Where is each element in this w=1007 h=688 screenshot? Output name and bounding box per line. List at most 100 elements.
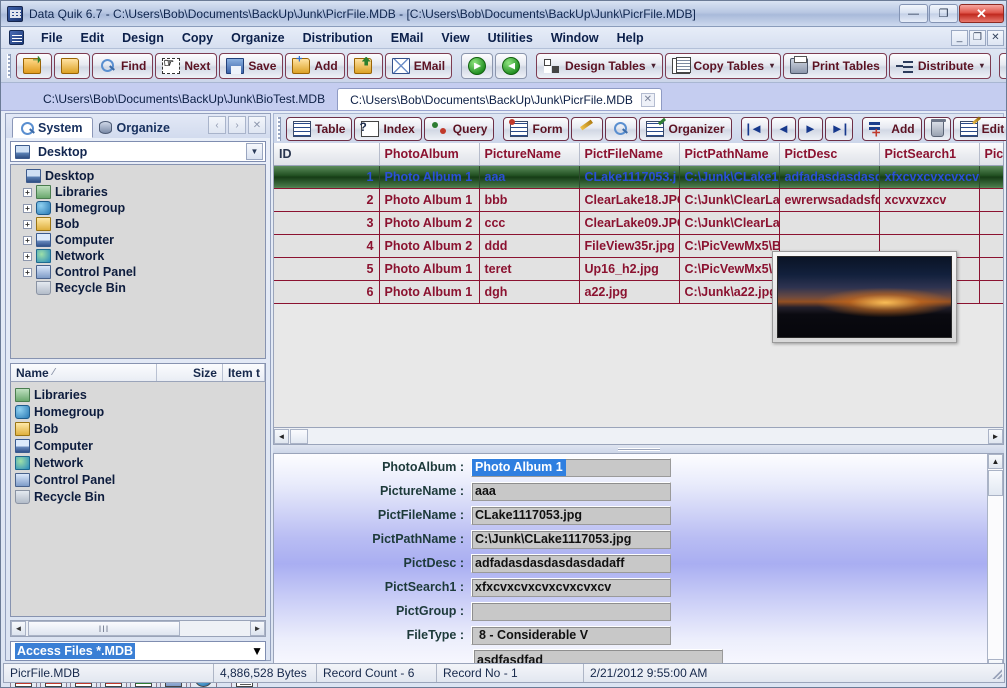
grid-column-picturename[interactable]: PictureName <box>479 143 580 166</box>
form-scroll-track[interactable] <box>988 496 1003 659</box>
cell-pictpathname[interactable]: C:\PicVewMx5\B <box>679 257 780 281</box>
mdi-app-icon[interactable] <box>9 30 24 45</box>
form-view-button[interactable]: Form <box>503 116 570 141</box>
scroll-right-icon[interactable]: ► <box>250 621 265 636</box>
menu-item-file[interactable]: File <box>32 29 72 47</box>
cell-id[interactable]: 4 <box>274 234 380 258</box>
form-input-filetype[interactable]: 8 - Considerable V <box>471 625 671 645</box>
form-input-picturename[interactable]: aaa <box>471 481 671 501</box>
list-item[interactable]: Control Panel <box>15 471 265 488</box>
grid-horizontal-scrollbar[interactable]: ◄ ► <box>273 428 1004 445</box>
tree-item-control-panel[interactable]: + Control Panel <box>13 264 265 280</box>
cell-picturename[interactable]: aaa <box>479 165 580 189</box>
form-input-pictdesc[interactable]: adfadasdasdasdasdadaff <box>471 553 671 573</box>
file-list[interactable]: Libraries Homegroup Bob Computer Network… <box>10 382 266 617</box>
cell-picturename[interactable]: dgh <box>479 280 580 304</box>
mdi-tab-picrfile[interactable]: C:\Users\Bob\Documents\BackUp\Junk\PicrF… <box>337 88 662 110</box>
close-button[interactable]: ✕ <box>959 4 1004 23</box>
add-button[interactable]: Add <box>285 52 345 79</box>
file-list-horizontal-scrollbar[interactable]: ◄ III ► <box>10 620 266 637</box>
cell-pict[interactable] <box>979 165 1003 189</box>
back-button[interactable] <box>461 52 494 79</box>
cell-photoalbum[interactable]: Photo Album 1 <box>379 165 480 189</box>
index-button[interactable]: Index <box>354 116 422 141</box>
cell-pictfilename[interactable]: FileView35r.jpg <box>579 234 680 258</box>
form-input-pictsearch1[interactable]: xfxcvxcvxcvxcvxcvxcv <box>471 577 671 597</box>
cell-pictdesc[interactable]: adfadasdasdasd <box>779 165 880 189</box>
form-scroll-up-icon[interactable]: ▲ <box>988 454 1003 469</box>
cell-picturename[interactable]: bbb <box>479 188 580 212</box>
cell-id[interactable]: 5 <box>274 257 380 281</box>
edit-record-button[interactable]: Edit <box>952 116 1006 141</box>
cell-pictpathname[interactable]: C:\Junk\CLake1 <box>679 165 780 189</box>
maximize-button[interactable]: ❐ <box>929 4 958 23</box>
location-combo[interactable]: Desktop ▼ <box>10 141 266 162</box>
expand-icon[interactable]: + <box>23 203 32 213</box>
grid-column-pict[interactable]: Pict <box>979 143 1003 166</box>
scroll-thumb[interactable]: III <box>28 621 180 636</box>
cell-photoalbum[interactable]: Photo Album 1 <box>379 257 480 281</box>
expand-icon[interactable]: + <box>23 251 32 261</box>
mdi-tab-biotest[interactable]: C:\Users\Bob\Documents\BackUp\Junk\BioTe… <box>31 88 337 110</box>
form-input-pictfilename[interactable]: CLake1117053.jpg <box>471 505 671 525</box>
cell-pict[interactable] <box>979 188 1003 212</box>
cell-picturename[interactable]: teret <box>479 257 580 281</box>
toolbar-grip[interactable] <box>7 53 11 78</box>
next-button[interactable]: Next <box>155 52 218 79</box>
list-item[interactable]: Computer <box>15 437 265 454</box>
menu-item-utilities[interactable]: Utilities <box>479 29 542 47</box>
open-folder-button[interactable] <box>16 52 52 79</box>
grid-column-pictfilename[interactable]: PictFileName <box>579 143 680 166</box>
cell-picturename[interactable]: ddd <box>479 234 580 258</box>
form-input-pictpathname[interactable]: C:\Junk\CLake1117053.jpg <box>471 529 671 549</box>
tree-item-computer[interactable]: + Computer <box>13 232 265 248</box>
grid-scroll-thumb[interactable] <box>290 428 308 444</box>
help-button[interactable]: ? <box>998 52 1006 79</box>
search-records-button[interactable] <box>605 116 638 141</box>
cell-pictpathname[interactable]: C:\Junk\ClearLa <box>679 211 780 235</box>
mdi-restore-button[interactable]: ❐ <box>969 29 986 46</box>
form-vertical-scrollbar[interactable]: ▲ ▼ <box>987 454 1003 674</box>
last-record-button[interactable]: ►| <box>824 116 854 141</box>
query-button[interactable]: Query <box>423 116 495 141</box>
list-item[interactable]: Homegroup <box>15 403 265 420</box>
print-tables-button[interactable]: Print Tables <box>783 52 887 79</box>
close-icon[interactable]: ✕ <box>248 116 266 134</box>
cell-photoalbum[interactable]: Photo Album 2 <box>379 234 480 258</box>
list-item[interactable]: Recycle Bin <box>15 488 265 505</box>
cell-pictfilename[interactable]: CLake1117053.j <box>579 165 680 189</box>
cell-id[interactable]: 6 <box>274 280 380 304</box>
table-view-button[interactable]: Table <box>286 116 353 141</box>
minimize-button[interactable]: — <box>899 4 928 23</box>
edit-mode-button[interactable] <box>571 116 604 141</box>
email-button[interactable]: EMail <box>384 52 453 79</box>
data-grid-container[interactable]: ID PhotoAlbum PictureName PictFileName P… <box>273 143 1004 428</box>
chevron-down-icon[interactable]: ▾ <box>770 61 774 70</box>
menu-item-window[interactable]: Window <box>542 29 608 47</box>
cell-id[interactable]: 1 <box>274 165 380 189</box>
column-header-name[interactable]: Name ⁄ <box>11 364 157 381</box>
panel-splitter[interactable] <box>273 445 1004 453</box>
table-row[interactable]: 1 Photo Album 1 aaa CLake1117053.j C:\Ju… <box>274 165 1003 189</box>
column-header-size[interactable]: Size <box>157 364 223 381</box>
cell-pict[interactable] <box>979 280 1003 304</box>
cell-id[interactable]: 2 <box>274 188 380 212</box>
expand-icon[interactable]: + <box>23 219 32 229</box>
cell-pictfilename[interactable]: a22.jpg <box>579 280 680 304</box>
tab-organize[interactable]: Organize <box>93 117 180 138</box>
cell-pictfilename[interactable]: ClearLake09.JPG <box>579 211 680 235</box>
cell-pictpathname[interactable]: C:\Junk\ClearLa <box>679 188 780 212</box>
expand-icon[interactable]: + <box>23 235 32 245</box>
grid-column-id[interactable]: ID <box>274 143 380 166</box>
tree-item-libraries[interactable]: + Libraries <box>13 184 265 200</box>
cell-pictpathname[interactable]: C:\PicVewMx5\B <box>679 234 780 258</box>
tree-item-homegroup[interactable]: + Homegroup <box>13 200 265 216</box>
tree-item-network[interactable]: + Network <box>13 248 265 264</box>
save-button[interactable]: Save <box>219 52 284 79</box>
chevron-down-icon[interactable]: ▼ <box>246 143 263 160</box>
cell-pict[interactable] <box>979 234 1003 258</box>
menu-item-edit[interactable]: Edit <box>72 29 114 47</box>
chevron-down-icon[interactable]: ▼ <box>251 644 263 658</box>
distribute-button[interactable]: Distribute ▾ <box>888 52 991 79</box>
expand-icon[interactable]: + <box>23 267 32 277</box>
